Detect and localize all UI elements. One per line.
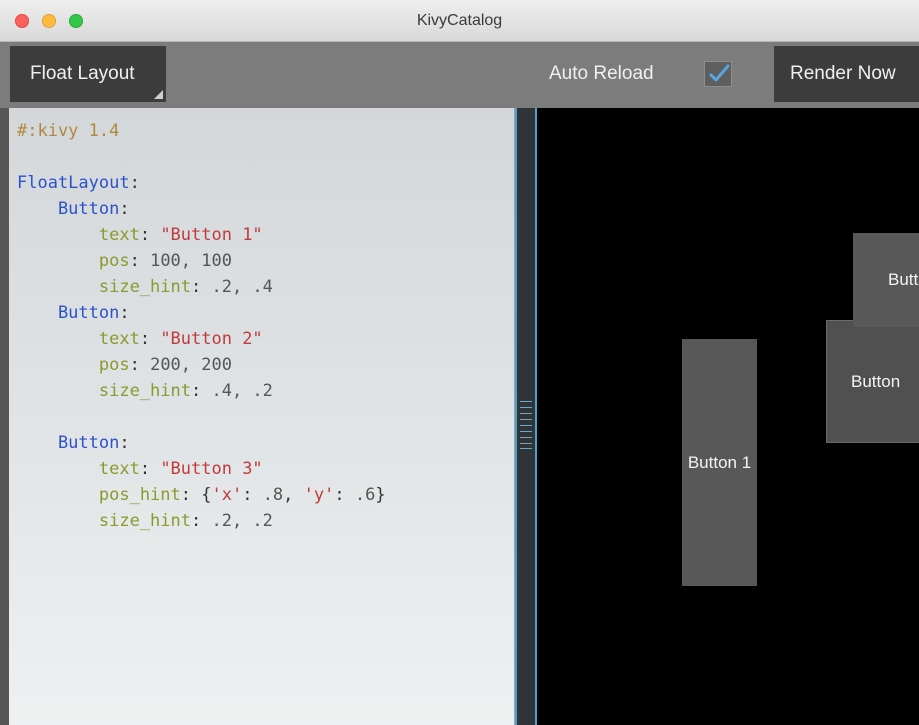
code-token: : (139, 329, 161, 349)
splitter[interactable] (515, 108, 537, 725)
code-token: : (334, 485, 355, 505)
code-token: size_hint (17, 277, 191, 297)
window-title: KivyCatalog (416, 12, 503, 29)
code-token: 100, 100 (150, 251, 232, 271)
code-token: : (191, 511, 212, 531)
code-token: } (375, 485, 386, 505)
code-line: text: "Button 1" (17, 222, 386, 248)
code-line: Button: (17, 196, 386, 222)
code-token: : { (180, 485, 212, 505)
code-token: "Button 2" (160, 329, 263, 349)
code-token: text (17, 459, 140, 479)
code-token: : (139, 459, 161, 479)
code-token: .8 (262, 485, 284, 505)
layout-spinner-label: Float Layout (30, 63, 135, 84)
code-line: FloatLayout: (17, 170, 386, 196)
code-token: text (17, 329, 140, 349)
code-text: #:kivy 1.4 FloatLayout: Button: text: "B… (17, 118, 386, 534)
code-line: text: "Button 3" (17, 456, 386, 482)
code-token: 'y' (303, 485, 335, 505)
code-token: FloatLayout (17, 173, 130, 193)
code-token: text (17, 225, 140, 245)
code-token: pos (17, 251, 130, 271)
code-token: : (242, 485, 263, 505)
splitter-grip-icon[interactable] (520, 401, 532, 449)
code-token: : (129, 355, 151, 375)
code-line: pos: 200, 200 (17, 352, 386, 378)
code-line: Button: (17, 300, 386, 326)
kv-code-editor[interactable]: #:kivy 1.4 FloatLayout: Button: text: "B… (0, 108, 515, 725)
code-line: Button: (17, 430, 386, 456)
code-token: #:kivy 1.4 (17, 121, 120, 141)
code-token: : (139, 225, 161, 245)
code-token: 200, 200 (150, 355, 232, 375)
code-token: : (191, 381, 212, 401)
preview-button-1[interactable]: Button 1 (682, 339, 757, 586)
preview-button-3[interactable]: Button (826, 320, 919, 443)
code-token: size_hint (17, 511, 191, 531)
code-token: : (129, 173, 140, 193)
code-token: : (119, 303, 130, 323)
code-line: pos_hint: {'x': .8, 'y': .6} (17, 482, 386, 508)
code-token: pos_hint (17, 485, 181, 505)
code-token: , (283, 485, 304, 505)
code-token: .4, .2 (211, 381, 273, 401)
code-token: pos (17, 355, 130, 375)
checkmark-icon (709, 64, 730, 82)
code-token: .2, .2 (211, 511, 273, 531)
title-bar: KivyCatalog (0, 0, 919, 42)
render-preview: Button 1 Button Button (537, 108, 919, 725)
code-token: : (129, 251, 151, 271)
preview-button-2-label: Button (888, 270, 919, 289)
layout-spinner[interactable]: Float Layout (10, 46, 166, 102)
code-token: 'x' (211, 485, 243, 505)
render-now-label: Render Now (790, 63, 896, 84)
toolbar: Float Layout Auto Reload Render Now (0, 42, 919, 108)
code-line: text: "Button 2" (17, 326, 386, 352)
code-token: .2, .4 (211, 277, 273, 297)
preview-button-2[interactable]: Button (853, 233, 919, 327)
code-line: #:kivy 1.4 (17, 118, 386, 144)
render-now-button[interactable]: Render Now (774, 46, 919, 102)
auto-reload-checkbox[interactable] (704, 61, 732, 87)
code-line: size_hint: .2, .2 (17, 508, 386, 534)
code-line: size_hint: .4, .2 (17, 378, 386, 404)
preview-button-3-label: Button (851, 371, 901, 391)
code-token: : (119, 433, 130, 453)
code-token: Button (17, 433, 120, 453)
code-token: "Button 3" (160, 459, 263, 479)
code-token: : (119, 199, 130, 219)
code-token: .6 (354, 485, 376, 505)
code-token: : (191, 277, 212, 297)
code-line: pos: 100, 100 (17, 248, 386, 274)
dropdown-corner-icon (154, 90, 163, 99)
code-token: size_hint (17, 381, 191, 401)
app-window: KivyCatalog Float Layout Auto Reload Ren… (0, 0, 919, 725)
code-line: size_hint: .2, .4 (17, 274, 386, 300)
code-token: Button (17, 199, 120, 219)
code-token: "Button 1" (160, 225, 263, 245)
auto-reload-label: Auto Reload (549, 63, 654, 84)
code-token: Button (17, 303, 120, 323)
preview-button-1-label: Button 1 (687, 452, 752, 472)
